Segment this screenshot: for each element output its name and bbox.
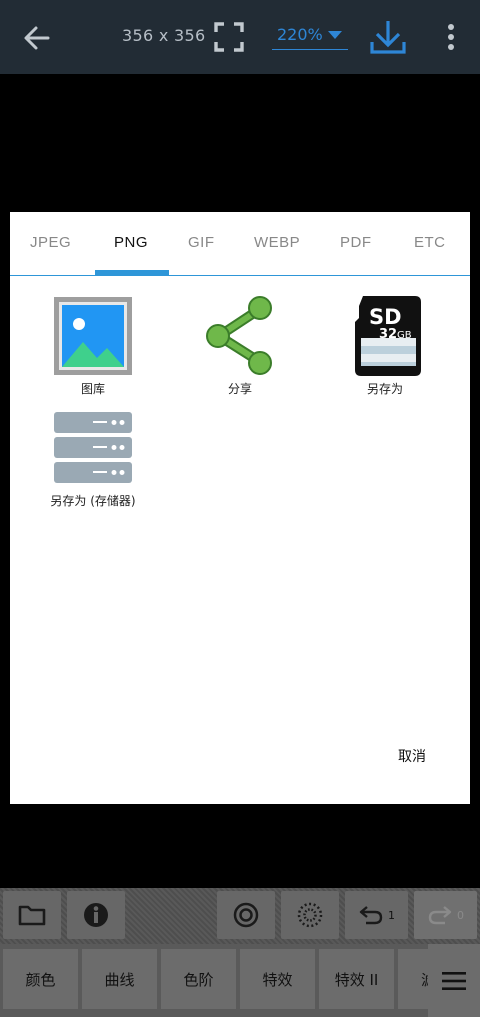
zoom-dropdown[interactable]: 220% xyxy=(272,22,348,50)
share-option[interactable]: 分享 xyxy=(165,296,315,397)
filter-effects-button[interactable]: 特效 xyxy=(240,949,315,1009)
download-button[interactable] xyxy=(368,18,408,56)
filter-levels-button[interactable]: 色阶 xyxy=(161,949,236,1009)
cancel-button[interactable]: 取消 xyxy=(398,746,426,766)
top-app-bar: 356 x 356 220% xyxy=(0,0,480,74)
share-icon xyxy=(206,296,272,375)
sd-unit: GB xyxy=(397,330,412,341)
sd-capacity: 32 xyxy=(379,327,397,342)
dotted-circle-icon xyxy=(297,902,323,928)
folder-icon xyxy=(18,905,46,926)
redo-count: 0 xyxy=(457,908,464,922)
undo-icon xyxy=(359,906,383,925)
menu-button[interactable] xyxy=(428,944,480,1017)
save-as-storage-option[interactable]: 另存为 (存储器) xyxy=(18,410,168,509)
more-options-button[interactable] xyxy=(440,22,462,52)
image-dimensions: 356 x 356 xyxy=(122,26,206,45)
dotted-circle-button[interactable] xyxy=(281,891,339,939)
redo-icon xyxy=(428,906,452,925)
gallery-icon xyxy=(54,297,132,375)
filter-color-button[interactable]: 颜色 xyxy=(3,949,78,1009)
save-as-option[interactable]: SD 32 GB 另存为 xyxy=(310,296,460,397)
tool-bar: 1 0 xyxy=(0,888,480,944)
target-circle-icon xyxy=(233,902,259,928)
tab-jpeg[interactable]: JPEG xyxy=(30,234,71,251)
server-storage-icon xyxy=(54,412,132,483)
more-vertical-icon xyxy=(448,24,454,50)
active-tab-indicator xyxy=(95,270,169,275)
format-tabs: JPEG PNG GIF WEBP PDF ETC xyxy=(10,212,470,276)
undo-count: 1 xyxy=(388,908,395,922)
filter-bar: 颜色 曲线 色阶 特效 特效 II 滤 xyxy=(0,944,480,1017)
hamburger-menu-icon xyxy=(442,971,466,990)
tab-etc[interactable]: ETC xyxy=(414,234,446,251)
download-icon xyxy=(370,21,406,54)
redo-button[interactable]: 0 xyxy=(414,891,477,939)
filter-curves-button[interactable]: 曲线 xyxy=(82,949,157,1009)
tab-pdf[interactable]: PDF xyxy=(340,234,372,251)
save-as-storage-label: 另存为 (存储器) xyxy=(50,494,136,508)
info-icon xyxy=(84,903,108,927)
sd-brand: SD xyxy=(369,305,402,329)
filter-partial-button[interactable]: 滤 xyxy=(398,949,428,1009)
target-button[interactable] xyxy=(217,891,275,939)
save-as-label: 另存为 xyxy=(366,382,403,396)
back-button[interactable] xyxy=(18,20,58,56)
save-format-dialog: JPEG PNG GIF WEBP PDF ETC 图库 分享 SD 32 GB… xyxy=(10,212,470,804)
gallery-label: 图库 xyxy=(80,382,105,396)
screen: 356 x 356 220% JPEG PNG GIF WEBP PDF ETC… xyxy=(0,0,480,1017)
tab-webp[interactable]: WEBP xyxy=(254,234,300,251)
chevron-down-icon xyxy=(328,31,342,39)
open-folder-button[interactable] xyxy=(3,891,61,939)
gallery-option[interactable]: 图库 xyxy=(18,296,168,397)
arrow-left-icon xyxy=(24,26,50,50)
fullscreen-icon xyxy=(214,22,244,52)
info-button[interactable] xyxy=(67,891,125,939)
filter-partial-label: 滤 xyxy=(421,969,428,990)
sd-card-icon: SD 32 GB xyxy=(355,296,421,376)
undo-button[interactable]: 1 xyxy=(345,891,408,939)
zoom-value: 220% xyxy=(277,25,323,44)
fit-screen-button[interactable] xyxy=(212,20,246,54)
tab-gif[interactable]: GIF xyxy=(188,234,215,251)
share-label: 分享 xyxy=(227,382,252,396)
tab-png[interactable]: PNG xyxy=(114,234,148,251)
filter-effects-2-button[interactable]: 特效 II xyxy=(319,949,394,1009)
